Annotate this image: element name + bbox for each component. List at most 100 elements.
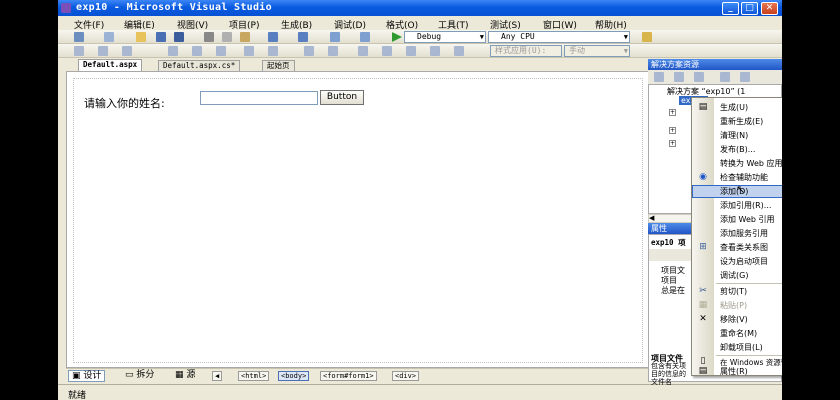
align-right-icon[interactable] — [122, 46, 132, 56]
ctx-paste[interactable]: ▦ 粘贴(P) — [692, 299, 782, 312]
tab-default-aspx-cs[interactable]: Default.aspx.cs* — [158, 60, 241, 71]
style-mode-value: 手动 — [569, 46, 585, 55]
vs-app-icon — [61, 3, 71, 13]
ctx-properties[interactable]: ▤ 属性(R) — [692, 366, 782, 377]
start-debugging-icon[interactable] — [392, 32, 402, 42]
window-title: exp10 - Microsoft Visual Studio — [76, 2, 272, 13]
new-project-icon[interactable] — [74, 32, 84, 42]
snap-to-grid-icon[interactable] — [454, 46, 464, 56]
status-bar: 就绪 — [58, 384, 782, 400]
cut-icon: ✂ — [699, 286, 707, 296]
ctx-remove[interactable]: ✕ 移除(V) — [692, 313, 782, 326]
tab-default-aspx[interactable]: Default.aspx — [78, 59, 143, 71]
close-button[interactable]: ✕ — [761, 2, 778, 15]
ctx-unload-project[interactable]: 卸载项目(L) — [692, 341, 782, 354]
ctx-publish[interactable]: 发布(B)... — [692, 143, 782, 156]
project-context-menu: ▤ 生成(U) 重新生成(E) 清理(N) 发布(B)... 转换为 Web 应… — [691, 97, 782, 376]
property-description: 包含有关项目的信息的文件名 — [651, 362, 686, 386]
undo-icon[interactable] — [268, 32, 278, 42]
view-designer-icon[interactable] — [740, 72, 750, 82]
properties-title-text: 属性 — [651, 224, 667, 233]
breadcrumb-html[interactable]: <html> — [238, 371, 270, 381]
style-application-value: 样式应用(U): — [495, 46, 547, 55]
breadcrumb-form[interactable]: <form#form1> — [320, 371, 377, 381]
make-same-width-icon[interactable] — [168, 46, 178, 56]
save-icon[interactable] — [156, 32, 166, 42]
align-left-icon[interactable] — [74, 46, 84, 56]
ctx-label: 设为启动项目 — [720, 257, 768, 266]
cut-tool-icon[interactable] — [204, 32, 214, 42]
design-surface: 请输入你的姓名: Button — [66, 71, 700, 368]
ctx-clean[interactable]: 清理(N) — [692, 129, 782, 142]
design-view-label: 设计 — [83, 371, 102, 381]
bring-to-front-icon[interactable] — [358, 46, 368, 56]
maximize-button[interactable]: □ — [741, 2, 758, 15]
ctx-rename[interactable]: 重命名(M) — [692, 327, 782, 340]
style-application-select[interactable]: 样式应用(U): — [490, 45, 562, 57]
property-row[interactable]: 总是在 — [661, 285, 685, 296]
navigate-forward-icon[interactable] — [360, 32, 370, 42]
properties-icon: ▤ — [698, 366, 708, 376]
ctx-label: 粘贴(P) — [720, 301, 748, 310]
source-view-icon: ▦ — [175, 370, 187, 380]
align-center-icon[interactable] — [98, 46, 108, 56]
vs-window: exp10 - Microsoft Visual Studio _ □ ✕ 文件… — [58, 0, 782, 400]
standard-toolbar: Debug ▼ Any CPU ▼ — [58, 30, 782, 44]
name-textbox[interactable] — [200, 91, 318, 105]
ctx-convert-web-app[interactable]: 转换为 Web 应用程序 — [692, 157, 782, 170]
ctx-add-web-reference[interactable]: 添加 Web 引用 — [692, 213, 782, 226]
ctx-label: 转换为 Web 应用程序 — [720, 159, 782, 168]
open-file-icon[interactable] — [136, 32, 146, 42]
tab-order-icon[interactable] — [430, 46, 440, 56]
breadcrumb-back-icon[interactable]: ◀ — [212, 371, 223, 381]
center-vertically-icon[interactable] — [328, 46, 338, 56]
expand-icon[interactable]: + — [669, 127, 676, 134]
make-same-height-icon[interactable] — [192, 46, 202, 56]
name-prompt-label: 请输入你的姓名: — [84, 97, 165, 110]
find-icon[interactable] — [642, 32, 652, 42]
paste-tool-icon[interactable] — [240, 32, 250, 42]
properties-tool-icon[interactable] — [654, 72, 664, 82]
submit-button[interactable]: Button — [320, 90, 364, 105]
send-to-back-icon[interactable] — [382, 46, 392, 56]
style-mode-select[interactable]: 手动 ▼ — [564, 45, 630, 57]
view-code-icon[interactable] — [720, 72, 730, 82]
ctx-cut[interactable]: ✂ 剪切(T) — [692, 285, 782, 298]
ctx-add-reference[interactable]: 添加引用(R)... — [692, 199, 782, 212]
ctx-view-class-diagram[interactable]: ⊞ 查看类关系图 — [692, 241, 782, 254]
breadcrumb-body[interactable]: <body> — [278, 371, 310, 381]
solution-config-select[interactable]: Debug ▼ — [404, 31, 486, 43]
folder-icon: ▯ — [700, 356, 706, 366]
lock-controls-icon[interactable] — [406, 46, 416, 56]
minimize-button[interactable]: _ — [722, 2, 739, 15]
refresh-icon[interactable] — [694, 72, 704, 82]
make-same-size-icon[interactable] — [216, 46, 226, 56]
show-all-files-icon[interactable] — [674, 72, 684, 82]
split-view-button[interactable]: ▭ 拆分 — [122, 370, 157, 382]
copy-icon[interactable] — [222, 32, 232, 42]
redo-icon[interactable] — [298, 32, 308, 42]
expand-icon[interactable]: + — [669, 109, 676, 116]
center-horizontally-icon[interactable] — [304, 46, 314, 56]
ctx-label: 查看类关系图 — [720, 243, 768, 252]
source-view-button[interactable]: ▦ 源 — [172, 370, 198, 382]
horizontal-spacing-icon[interactable] — [244, 46, 254, 56]
vertical-spacing-icon[interactable] — [268, 46, 278, 56]
ctx-label: 剪切(T) — [720, 287, 748, 296]
ctx-build[interactable]: ▤ 生成(U) — [692, 101, 782, 114]
expand-icon[interactable]: + — [669, 140, 676, 147]
add-item-icon[interactable] — [104, 32, 114, 42]
ctx-set-startup[interactable]: 设为启动项目 — [692, 255, 782, 268]
tab-start-page[interactable]: 起始页 — [262, 60, 295, 71]
mouse-cursor-icon: ↖ — [736, 183, 746, 196]
view-switcher-bar: ▣ 设计 ▭ 拆分 ▦ 源 ◀ <html> <body> <form#form… — [66, 368, 700, 382]
ctx-add-service-reference[interactable]: 添加服务引用 — [692, 227, 782, 240]
ctx-rebuild[interactable]: 重新生成(E) — [692, 115, 782, 128]
design-view-button[interactable]: ▣ 设计 — [68, 370, 106, 382]
navigate-back-icon[interactable] — [330, 32, 340, 42]
solution-platform-select[interactable]: Any CPU ▼ — [488, 31, 630, 43]
ctx-debug[interactable]: 调试(G) — [692, 269, 782, 282]
config-value: Debug — [417, 32, 442, 41]
breadcrumb-div[interactable]: <div> — [392, 371, 420, 381]
save-all-icon[interactable] — [174, 32, 184, 42]
